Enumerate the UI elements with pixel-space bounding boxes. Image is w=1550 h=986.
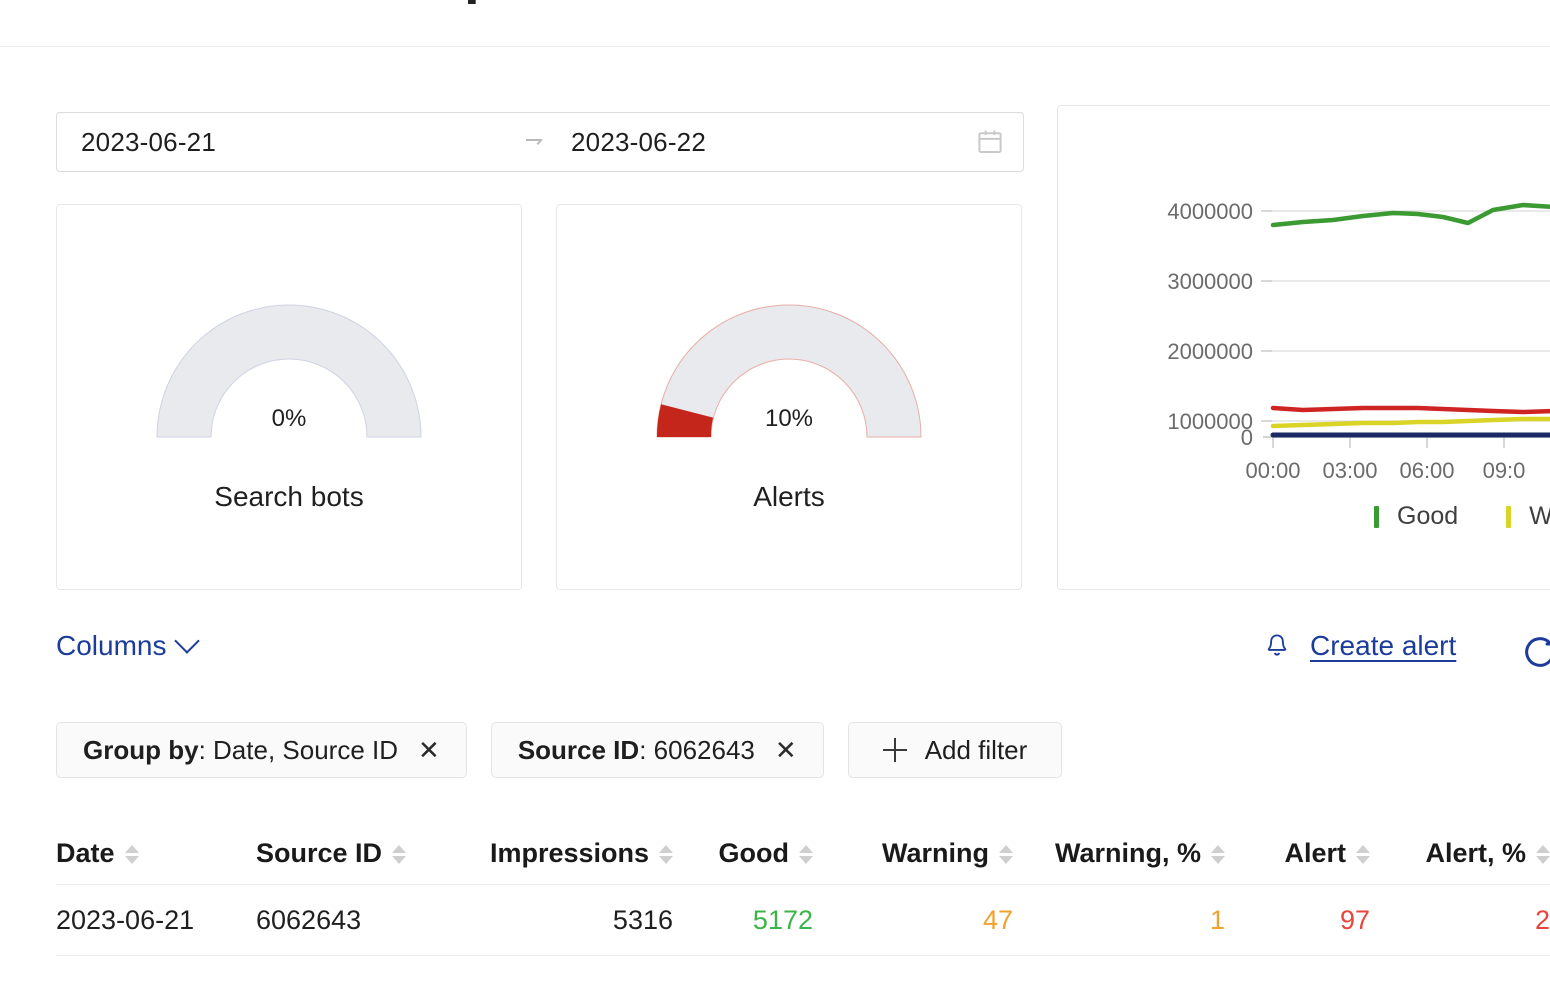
column-header-good[interactable]: Good: [673, 838, 813, 869]
gauge-search-bots-value: 0%: [135, 405, 443, 433]
filter-chip-source-id-sep: :: [639, 735, 646, 765]
sort-arrows-icon[interactable]: [392, 845, 406, 864]
legend-swatch-good: [1374, 506, 1379, 528]
date-range-arrow-icon: ⇁: [511, 129, 557, 151]
column-header-alert-label: Alert: [1284, 838, 1346, 869]
column-header-date[interactable]: Date: [56, 838, 256, 869]
filter-chip-group-by-remove-icon[interactable]: ✕: [414, 737, 440, 763]
sort-arrows-icon[interactable]: [1211, 845, 1225, 864]
dashboard-page: 2023-06-21 ⇁ 2023-06-22 0% Search bots: [0, 0, 1550, 986]
series-red-line: [1273, 408, 1550, 412]
gauge-search-bots: 0% Search bots: [57, 283, 521, 513]
chevron-down-icon: [175, 628, 200, 653]
column-header-warning-pct-label: Warning, %: [1055, 838, 1201, 869]
create-alert-button[interactable]: Create alert: [1264, 630, 1456, 662]
sort-arrows-icon[interactable]: [659, 845, 673, 864]
filter-chip-source-id-key: Source ID: [518, 735, 639, 765]
series-good-line: [1273, 204, 1550, 225]
cell-warning: 47: [813, 905, 1013, 936]
legend-label-good: Good: [1397, 502, 1458, 531]
gauge-search-bots-arc: 0%: [135, 283, 443, 439]
column-header-impressions-label: Impressions: [490, 838, 649, 869]
legend-swatch-warning: [1506, 506, 1511, 528]
refresh-icon[interactable]: [1520, 632, 1550, 672]
filter-chip-source-id[interactable]: Source ID: 6062643 ✕: [491, 722, 824, 778]
sort-arrows-icon[interactable]: [1356, 845, 1370, 864]
sort-arrows-icon[interactable]: [999, 845, 1013, 864]
column-header-source-id-label: Source ID: [256, 838, 382, 869]
xtick-0600: 06:00: [1399, 458, 1454, 483]
date-range-start-input[interactable]: 2023-06-21: [81, 127, 511, 158]
series-warning-line: [1273, 418, 1550, 426]
filter-chip-group-by-key: Group by: [83, 735, 199, 765]
date-range-end-input[interactable]: 2023-06-22: [557, 127, 975, 158]
gauge-alerts-label: Alerts: [753, 481, 825, 513]
table-header-row: Date Source ID Impressions Good Warning …: [56, 822, 1550, 885]
gauge-alerts: 10% Alerts: [557, 283, 1021, 513]
column-header-alert-pct[interactable]: Alert, %: [1370, 838, 1550, 869]
column-header-warning-label: Warning: [882, 838, 989, 869]
cell-alert: 97: [1225, 905, 1370, 936]
gauge-alerts-arc: 10%: [635, 283, 943, 439]
create-alert-label: Create alert: [1310, 630, 1456, 662]
xtick-0000: 00:00: [1245, 458, 1300, 483]
filter-chip-source-id-remove-icon[interactable]: ✕: [771, 737, 797, 763]
table-row[interactable]: 2023-06-21 6062643 5316 5172 47 1 97 2: [56, 885, 1550, 956]
date-range-picker[interactable]: 2023-06-21 ⇁ 2023-06-22: [56, 112, 1024, 172]
legend-item-good[interactable]: Good: [1374, 502, 1458, 531]
clipped-header-glyph: [468, 0, 482, 4]
filter-chip-group-by-value: Date, Source ID: [213, 735, 398, 765]
column-header-date-label: Date: [56, 838, 115, 869]
filter-chip-row: Group by: Date, Source ID ✕ Source ID: 6…: [56, 722, 1062, 778]
filter-chip-group-by[interactable]: Group by: Date, Source ID ✕: [56, 722, 467, 778]
columns-dropdown-label: Columns: [56, 630, 166, 662]
stat-card-traffic-chart: 4000000 3000000 2000000 1000000 0 00:00 …: [1057, 105, 1550, 590]
header-divider: [0, 46, 1550, 47]
stat-card-search-bots: 0% Search bots: [56, 204, 522, 590]
cell-date: 2023-06-21: [56, 905, 256, 936]
metrics-table: Date Source ID Impressions Good Warning …: [56, 822, 1550, 956]
sort-arrows-icon[interactable]: [1536, 845, 1550, 864]
table-toolbar: Columns Create alert: [0, 630, 1550, 678]
filter-chip-group-by-sep: :: [199, 735, 206, 765]
ytick-2000000: 2000000: [1167, 339, 1253, 364]
sort-arrows-icon[interactable]: [799, 845, 813, 864]
legend-label-warning: W: [1529, 502, 1550, 531]
gauge-alerts-value: 10%: [635, 405, 943, 433]
bell-icon: [1264, 631, 1290, 661]
xtick-0900: 09:0: [1483, 458, 1526, 483]
cell-warning-pct: 1: [1013, 905, 1225, 936]
columns-dropdown-button[interactable]: Columns: [56, 630, 196, 662]
column-header-good-label: Good: [719, 838, 789, 869]
add-filter-label: Add filter: [925, 735, 1028, 766]
ytick-3000000: 3000000: [1167, 269, 1253, 294]
line-chart: 4000000 3000000 2000000 1000000 0 00:00 …: [1058, 106, 1550, 591]
cell-good: 5172: [673, 905, 813, 936]
cell-impressions: 5316: [468, 905, 673, 936]
legend-item-warning[interactable]: W: [1506, 502, 1550, 531]
cell-alert-pct: 2: [1370, 905, 1550, 936]
ytick-4000000: 4000000: [1167, 199, 1253, 224]
chart-legend: Good W: [1058, 502, 1550, 531]
add-filter-button[interactable]: Add filter: [848, 722, 1063, 778]
plus-icon: [883, 738, 907, 762]
column-header-warning[interactable]: Warning: [813, 838, 1013, 869]
column-header-warning-pct[interactable]: Warning, %: [1013, 838, 1225, 869]
xtick-0300: 03:00: [1322, 458, 1377, 483]
stat-card-alerts: 10% Alerts: [556, 204, 1022, 590]
column-header-alert-pct-label: Alert, %: [1425, 838, 1526, 869]
sort-arrows-icon[interactable]: [125, 845, 139, 864]
column-header-impressions[interactable]: Impressions: [468, 838, 673, 869]
ytick-0: 0: [1241, 425, 1253, 450]
column-header-source-id[interactable]: Source ID: [256, 838, 468, 869]
calendar-icon[interactable]: [975, 127, 1005, 157]
cell-source-id: 6062643: [256, 905, 468, 936]
filter-chip-source-id-value: 6062643: [654, 735, 755, 765]
gauge-search-bots-label: Search bots: [214, 481, 363, 513]
column-header-alert[interactable]: Alert: [1225, 838, 1370, 869]
